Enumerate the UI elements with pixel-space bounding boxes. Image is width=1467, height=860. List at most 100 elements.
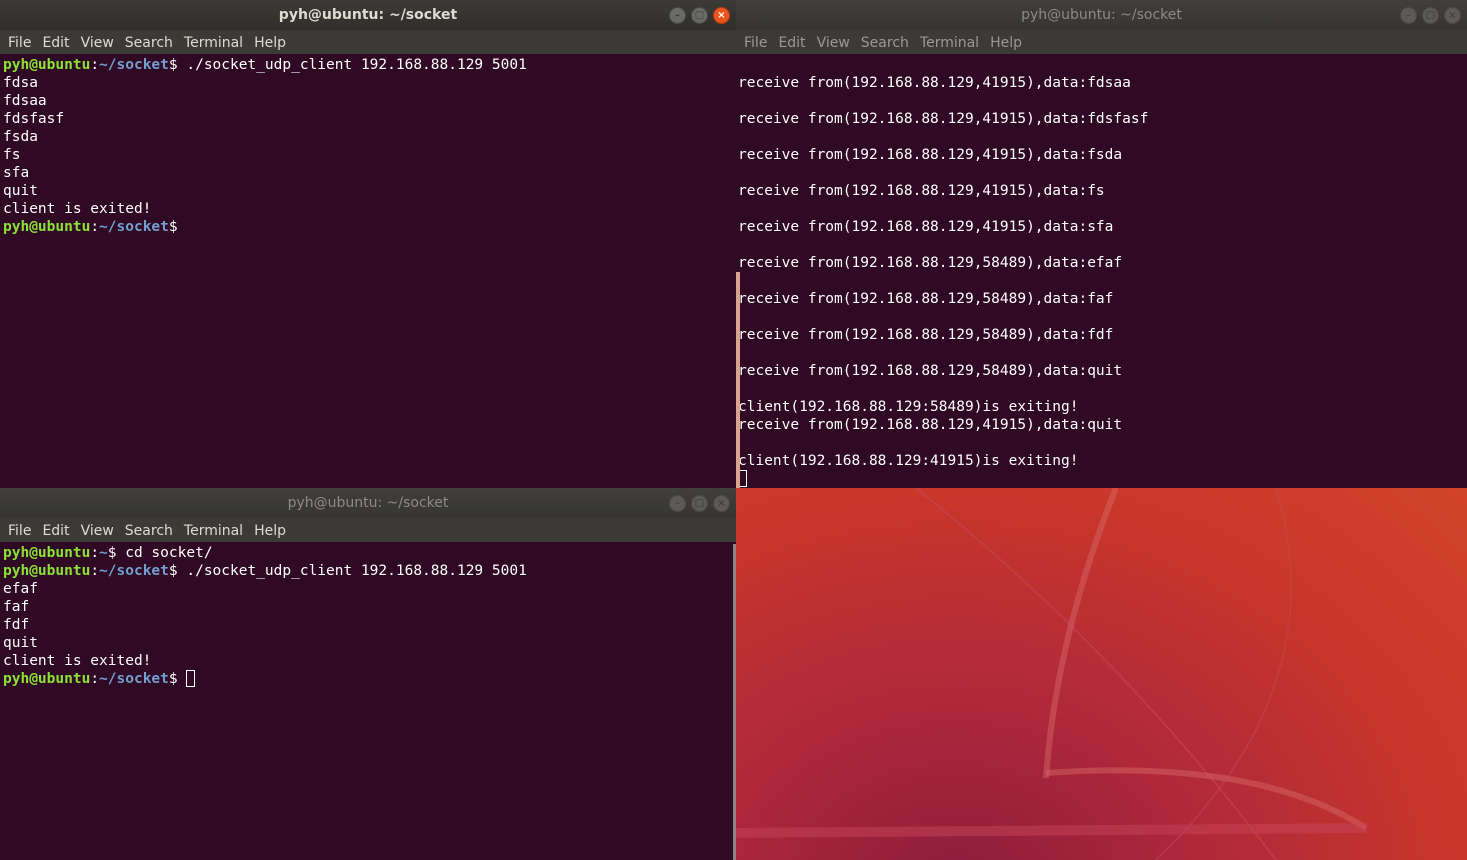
close-icon[interactable]: ×	[713, 7, 730, 24]
output-line: fdsaa	[3, 92, 736, 110]
terminal-window-top-left[interactable]: pyh@ubuntu: ~/socket – □ × File Edit View Sea…	[0, 0, 736, 488]
output-text: client is exited!	[3, 201, 152, 217]
prompt-path: ~/socket	[99, 219, 169, 235]
text-cursor	[186, 670, 196, 687]
output-line: sfa	[3, 164, 736, 182]
maximize-icon[interactable]: □	[691, 7, 708, 24]
terminal-output[interactable]: receive from(192.168.88.129,41915),data:…	[736, 56, 1467, 488]
prompt-user: pyh@ubuntu	[3, 563, 91, 579]
menu-terminal[interactable]: Terminal	[920, 30, 979, 56]
prompt-separator: :	[90, 57, 100, 73]
close-icon[interactable]: ×	[1444, 7, 1461, 24]
close-icon[interactable]: ×	[713, 495, 730, 512]
output-text: fdsfasf	[3, 111, 65, 127]
output-line: client is exited!	[3, 200, 736, 218]
menu-edit[interactable]: Edit	[778, 30, 805, 56]
output-line: fs	[3, 146, 736, 164]
output-line: fdsa	[3, 74, 736, 92]
output-line: quit	[3, 634, 736, 652]
menu-help[interactable]: Help	[990, 30, 1022, 56]
menu-help[interactable]: Help	[254, 518, 286, 544]
prompt-line: pyh@ubuntu:~/socket$	[3, 218, 736, 236]
desktop-wallpaper	[736, 488, 1467, 860]
menu-edit[interactable]: Edit	[42, 518, 69, 544]
title-bar[interactable]: pyh@ubuntu: ~/socket – □ ×	[0, 488, 736, 518]
menu-search[interactable]: Search	[125, 518, 173, 544]
output-line: client(192.168.88.129:58489)is exiting!	[738, 399, 1079, 415]
prompt-path: ~/socket	[99, 671, 169, 687]
menu-view[interactable]: View	[817, 30, 850, 56]
prompt-path: ~	[99, 545, 108, 561]
menu-edit[interactable]: Edit	[42, 30, 69, 56]
output-line: fdsfasf	[3, 110, 736, 128]
terminal-window-right[interactable]: pyh@ubuntu: ~/socket – □ × File Edit View Sea…	[736, 0, 1467, 488]
title-bar[interactable]: pyh@ubuntu: ~/socket – □ ×	[0, 0, 736, 30]
minimize-icon[interactable]: –	[1400, 7, 1417, 24]
prompt-symbol: $	[168, 563, 178, 579]
prompt-symbol: $	[168, 57, 178, 73]
title-bar[interactable]: pyh@ubuntu: ~/socket – □ ×	[736, 0, 1467, 30]
maximize-icon[interactable]: □	[1422, 7, 1439, 24]
menu-file[interactable]: File	[8, 30, 31, 56]
terminal-output[interactable]: pyh@ubuntu:~/socket$ ./socket_udp_client…	[0, 56, 736, 488]
menu-view[interactable]: View	[81, 518, 114, 544]
output-text: efaf	[3, 581, 38, 597]
prompt-user: pyh@ubuntu	[3, 57, 91, 73]
menu-view[interactable]: View	[81, 30, 114, 56]
scrollbar[interactable]	[736, 272, 740, 488]
output-line: receive from(192.168.88.129,58489),data:…	[738, 255, 1123, 271]
prompt-path: ~/socket	[99, 57, 169, 73]
output-line: faf	[3, 598, 736, 616]
prompt-user: pyh@ubuntu	[3, 219, 91, 235]
output-text: quit	[3, 183, 38, 199]
menu-search[interactable]: Search	[861, 30, 909, 56]
minimize-icon[interactable]: –	[669, 495, 686, 512]
output-text: fdsa	[3, 75, 38, 91]
menu-file[interactable]: File	[744, 30, 767, 56]
output-text: sfa	[3, 165, 30, 181]
menu-file[interactable]: File	[8, 518, 31, 544]
output-line: quit	[3, 182, 736, 200]
prompt-line: pyh@ubuntu:~/socket$	[3, 670, 736, 688]
menu-bar: File Edit View Search Terminal Help	[0, 30, 736, 54]
terminal-output[interactable]: pyh@ubuntu:~$ cd socket/pyh@ubuntu:~/soc…	[0, 544, 736, 860]
output-line: receive from(192.168.88.129,41915),data:…	[738, 75, 1131, 91]
output-text: faf	[3, 599, 30, 615]
menu-help[interactable]: Help	[254, 30, 286, 56]
menu-terminal[interactable]: Terminal	[184, 30, 243, 56]
prompt-line: pyh@ubuntu:~$ cd socket/	[3, 544, 736, 562]
prompt-separator: :	[90, 563, 100, 579]
minimize-icon[interactable]: –	[669, 7, 686, 24]
scrollbar[interactable]	[733, 544, 736, 860]
output-line: client(192.168.88.129:41915)is exiting!	[738, 453, 1079, 469]
output-line: receive from(192.168.88.129,41915),data:…	[738, 219, 1114, 235]
output-text: fdf	[3, 617, 30, 633]
output-text: fsda	[3, 129, 38, 145]
prompt-user: pyh@ubuntu	[3, 671, 91, 687]
window-title: pyh@ubuntu: ~/socket	[278, 7, 458, 23]
output-line: receive from(192.168.88.129,41915),data:…	[738, 417, 1123, 433]
window-title: pyh@ubuntu: ~/socket	[287, 495, 449, 511]
menu-search[interactable]: Search	[125, 30, 173, 56]
menu-bar: File Edit View Search Terminal Help	[0, 518, 736, 542]
prompt-separator: :	[90, 219, 100, 235]
maximize-icon[interactable]: □	[691, 495, 708, 512]
prompt-symbol: $	[168, 671, 178, 687]
output-line: receive from(192.168.88.129,41915),data:…	[738, 147, 1123, 163]
output-line: receive from(192.168.88.129,41915),data:…	[738, 111, 1149, 127]
output-line: client is exited!	[3, 652, 736, 670]
output-text: quit	[3, 635, 38, 651]
prompt-symbol: $	[168, 219, 178, 235]
output-line: fsda	[3, 128, 736, 146]
command-text: ./socket_udp_client 192.168.88.129 5001	[177, 563, 527, 579]
prompt-line: pyh@ubuntu:~/socket$ ./socket_udp_client…	[3, 562, 736, 580]
terminal-window-bottom-left[interactable]: pyh@ubuntu: ~/socket – □ × File Edit View Sea…	[0, 488, 736, 860]
menu-terminal[interactable]: Terminal	[184, 518, 243, 544]
